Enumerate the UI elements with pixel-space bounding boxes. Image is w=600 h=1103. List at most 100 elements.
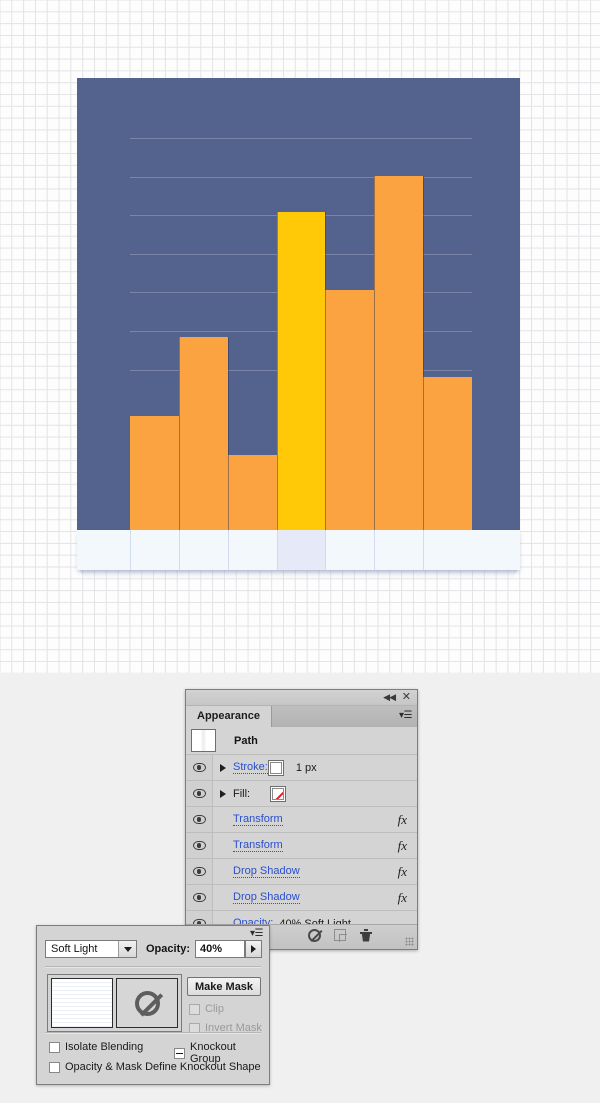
bar-separator: [325, 211, 327, 530]
footer-cell: [130, 530, 180, 570]
thumbnail-group: [47, 974, 182, 1032]
expand-stroke-toggle[interactable]: [213, 755, 233, 780]
visibility-toggle-fill[interactable]: [186, 781, 213, 806]
appearance-row-transform-2[interactable]: Transform fx: [186, 833, 417, 859]
isolate-blending-checkbox[interactable]: [49, 1041, 60, 1053]
knockout-shape-label: Opacity & Mask Define Knockout Shape: [65, 1061, 261, 1073]
chart-bar[interactable]: [276, 211, 326, 530]
isolate-blending-label: Isolate Blending: [65, 1041, 144, 1053]
chevron-down-icon[interactable]: [118, 941, 136, 957]
eye-icon: [192, 867, 206, 876]
duplicate-item-button[interactable]: [334, 929, 350, 945]
opacity-label: Opacity:: [146, 943, 191, 955]
effect-label-drop-shadow-2[interactable]: Drop Shadow: [233, 891, 300, 904]
blend-mode-select[interactable]: Soft Light: [45, 940, 137, 958]
appearance-panel-tabstrip[interactable]: Appearance ▾☰: [186, 706, 417, 728]
appearance-list: Path Stroke: 1 px Fill: Transform fx Tra…: [186, 727, 417, 925]
chart-bar[interactable]: [423, 376, 472, 530]
visibility-toggle-drop-shadow-1[interactable]: [186, 859, 213, 884]
chart-plot-area: [77, 78, 520, 530]
stroke-label[interactable]: Stroke:: [233, 761, 268, 774]
footer-cell: [178, 530, 229, 570]
stroke-color-swatch[interactable]: [267, 759, 284, 776]
eye-icon: [192, 841, 206, 850]
expand-fill-toggle[interactable]: [213, 781, 233, 806]
appearance-row-opacity[interactable]: Opacity: 40% Soft Light: [186, 911, 417, 925]
resize-grip[interactable]: [405, 937, 414, 946]
appearance-row-fill[interactable]: Fill:: [186, 781, 417, 807]
chart-bar[interactable]: [227, 455, 277, 530]
triangle-right-icon: [220, 789, 226, 798]
footer-cell: [374, 530, 424, 570]
fill-color-swatch[interactable]: [270, 785, 287, 802]
panel-menu-icon[interactable]: ▾☰: [250, 928, 263, 939]
eye-icon: [192, 763, 206, 772]
effect-label-drop-shadow-1[interactable]: Drop Shadow: [233, 865, 300, 878]
visibility-toggle-transform-1[interactable]: [186, 807, 213, 832]
footer-cell: [227, 530, 278, 570]
appearance-row-drop-shadow-1[interactable]: Drop Shadow fx: [186, 859, 417, 885]
chart-bar[interactable]: [325, 290, 375, 530]
clip-label: Clip: [205, 1003, 224, 1015]
knockout-shape-checkbox[interactable]: [49, 1061, 60, 1073]
opacity-input[interactable]: 40%: [195, 940, 263, 958]
fx-icon[interactable]: fx: [398, 890, 407, 906]
effect-label-transform-1[interactable]: Transform: [233, 813, 283, 826]
effect-label-transform-2[interactable]: Transform: [233, 839, 283, 852]
triangle-right-icon: [220, 763, 226, 772]
duplicate-icon: [334, 929, 347, 942]
opacity-value: 40%: [200, 943, 223, 955]
no-entry-icon: [308, 929, 321, 942]
transparency-panel[interactable]: ▾☰ Soft Light Opacity: 40% Make Mask Cli…: [36, 925, 270, 1085]
bar-separator: [178, 337, 180, 530]
chart-bar[interactable]: [178, 337, 228, 530]
clip-checkbox-row[interactable]: Clip: [189, 1003, 224, 1015]
appearance-row-drop-shadow-2[interactable]: Drop Shadow fx: [186, 885, 417, 911]
eye-icon: [192, 815, 206, 824]
fx-icon[interactable]: fx: [398, 812, 407, 828]
collapse-panel-icon[interactable]: ◀◀: [383, 693, 396, 702]
appearance-target-row[interactable]: Path: [186, 727, 417, 755]
target-thumbnail: [191, 729, 216, 752]
knockout-shape-row[interactable]: Opacity & Mask Define Knockout Shape: [49, 1061, 261, 1073]
appearance-row-transform-1[interactable]: Transform fx: [186, 807, 417, 833]
visibility-toggle-opacity[interactable]: [186, 911, 213, 925]
knockout-group-checkbox[interactable]: [174, 1047, 185, 1059]
bar-separator: [276, 211, 278, 530]
clip-checkbox[interactable]: [189, 1003, 200, 1015]
make-mask-button[interactable]: Make Mask: [187, 977, 261, 996]
chart-bar[interactable]: [374, 176, 424, 530]
footer-cell: [276, 530, 327, 570]
bar-separator: [423, 176, 425, 530]
panel-menu-icon[interactable]: ▾☰: [399, 710, 412, 722]
stroke-swatch-fill: [269, 761, 282, 774]
chart-bar[interactable]: [130, 416, 179, 530]
visibility-toggle-stroke[interactable]: [186, 755, 213, 780]
opacity-stepper-arrow[interactable]: [245, 940, 263, 958]
close-icon[interactable]: ✕: [402, 692, 411, 703]
visibility-toggle-drop-shadow-2[interactable]: [186, 885, 213, 910]
no-fill-icon: [272, 787, 285, 800]
fill-label: Fill:: [233, 787, 251, 800]
bar-chart-artwork[interactable]: [77, 78, 520, 580]
mask-thumbnail[interactable]: [116, 978, 178, 1028]
artwork-thumbnail[interactable]: [51, 978, 113, 1028]
isolate-blending-row[interactable]: Isolate Blending: [49, 1041, 143, 1053]
divider: [45, 1032, 261, 1034]
blend-mode-row: Soft Light Opacity: 40%: [45, 940, 263, 958]
stroke-weight-value[interactable]: 1 px: [296, 762, 317, 774]
visibility-toggle-transform-2[interactable]: [186, 833, 213, 858]
tab-appearance[interactable]: Appearance: [186, 706, 272, 727]
fx-icon[interactable]: fx: [398, 864, 407, 880]
clear-appearance-button[interactable]: [308, 929, 324, 945]
appearance-row-stroke[interactable]: Stroke: 1 px: [186, 755, 417, 781]
fx-icon[interactable]: fx: [398, 838, 407, 854]
appearance-panel-titlebar[interactable]: ◀◀ ✕: [186, 690, 417, 706]
delete-item-button[interactable]: [360, 929, 376, 945]
appearance-panel[interactable]: ◀◀ ✕ Appearance ▾☰ Path Stroke: 1 px Fil…: [185, 689, 418, 950]
footer-cell: [325, 530, 375, 570]
footer-cell: [423, 530, 473, 570]
bar-separator: [374, 176, 376, 530]
